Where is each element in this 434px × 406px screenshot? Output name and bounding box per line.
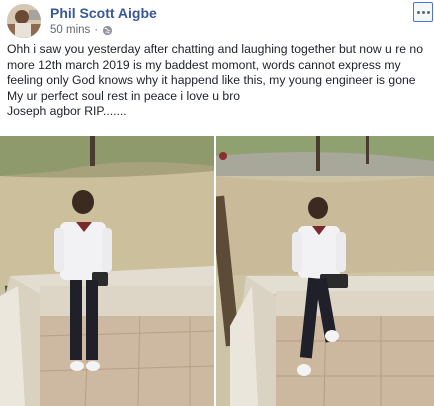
meta-separator: · bbox=[94, 24, 99, 36]
author-name[interactable]: Phil Scott Aigbe bbox=[50, 5, 157, 21]
avatar-image bbox=[7, 4, 41, 38]
post-header: Phil Scott Aigbe 50 mins · bbox=[0, 0, 434, 42]
photo-left[interactable] bbox=[0, 136, 214, 406]
author-avatar[interactable] bbox=[7, 4, 41, 38]
more-options-icon[interactable] bbox=[413, 2, 433, 22]
globe-icon[interactable] bbox=[102, 25, 113, 36]
photo-grid bbox=[0, 136, 434, 406]
post-timestamp[interactable]: 50 mins bbox=[50, 24, 90, 36]
photo-right[interactable] bbox=[216, 136, 434, 406]
post-text-body: Ohh i saw you yesterday after chatting a… bbox=[7, 42, 423, 103]
post-text-signoff: Joseph agbor RIP....... bbox=[7, 104, 127, 118]
post-text: Ohh i saw you yesterday after chatting a… bbox=[7, 42, 431, 120]
post-meta: 50 mins · bbox=[50, 24, 113, 36]
